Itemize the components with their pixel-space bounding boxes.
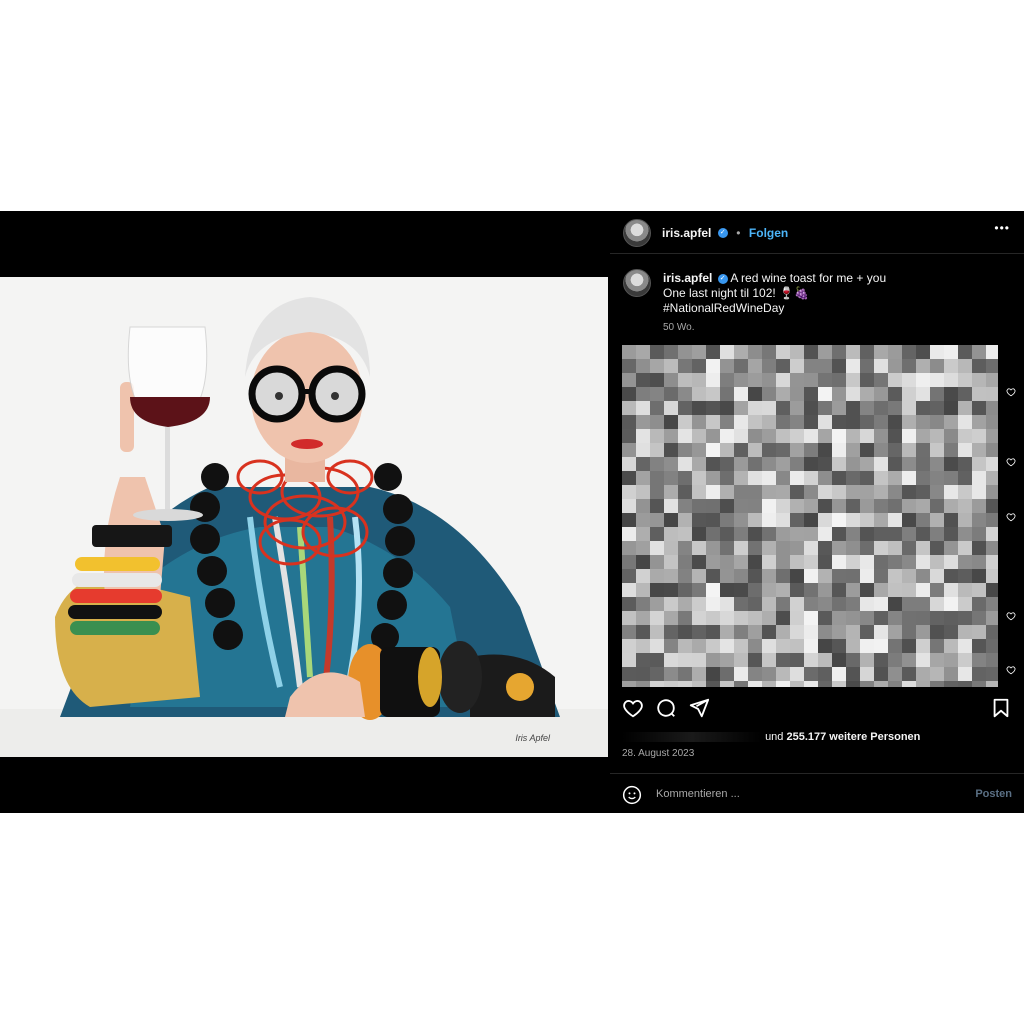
more-options-icon[interactable]: ••• [994, 221, 1010, 235]
post-media: Iris Apfel [0, 211, 608, 813]
bookmark-icon[interactable] [990, 697, 1012, 719]
separator-dot: • [736, 226, 741, 240]
likes-prefix: und [765, 731, 784, 743]
emoji-icon[interactable] [622, 785, 642, 805]
comment-like-icon[interactable] [1006, 665, 1016, 675]
caption-avatar[interactable] [623, 269, 651, 297]
post-comment-button[interactable]: Posten [975, 788, 1012, 800]
likes-count[interactable]: 255.177 weitere Personen [786, 731, 920, 743]
comment-icon[interactable] [655, 697, 677, 719]
post-caption: iris.apfel ✓ A red wine toast for me + y… [663, 271, 993, 316]
post-actions [610, 697, 1024, 723]
avatar[interactable] [623, 219, 651, 247]
blurred-liker [622, 732, 762, 743]
photo-credit: Iris Apfel [515, 733, 550, 743]
verified-icon: ✓ [717, 227, 728, 238]
comment-input[interactable]: Kommentieren ... [656, 788, 740, 800]
caption-line2: One last night til 102! 🍷🍇 [663, 286, 809, 300]
comment-like-icon[interactable] [1006, 457, 1016, 467]
post-header: iris.apfel ✓ • Folgen ••• [610, 211, 1024, 254]
header-user: iris.apfel ✓ • Folgen [662, 224, 788, 242]
header-username[interactable]: iris.apfel [662, 226, 711, 240]
caption-username[interactable]: iris.apfel [663, 271, 712, 285]
photo-illustration [0, 277, 608, 757]
caption-hashtag[interactable]: #NationalRedWineDay [663, 301, 784, 315]
pixelated-comments-graphic [622, 345, 998, 687]
comment-like-icon[interactable] [1006, 387, 1016, 397]
comment-like-icon[interactable] [1006, 611, 1016, 621]
instagram-post: Iris Apfel iris.apfel ✓ • Folgen ••• iri… [0, 211, 1024, 813]
comments-pixelated [622, 345, 998, 687]
post-date: 28. August 2023 [622, 748, 695, 759]
comment-like-icon[interactable] [1006, 512, 1016, 522]
follow-button[interactable]: Folgen [749, 226, 788, 240]
post-side-panel: iris.apfel ✓ • Folgen ••• iris.apfel ✓ A… [610, 211, 1024, 813]
share-icon[interactable] [688, 697, 710, 719]
likes-summary[interactable]: und 255.177 weitere Personen [622, 731, 920, 743]
comment-bar: Kommentieren ... Posten [610, 773, 1024, 814]
post-photo[interactable]: Iris Apfel [0, 277, 608, 757]
heart-icon[interactable] [622, 697, 644, 719]
post-time: 50 Wo. [663, 322, 695, 333]
caption-line1: A red wine toast for me + you [730, 271, 887, 285]
verified-icon: ✓ [717, 273, 728, 284]
